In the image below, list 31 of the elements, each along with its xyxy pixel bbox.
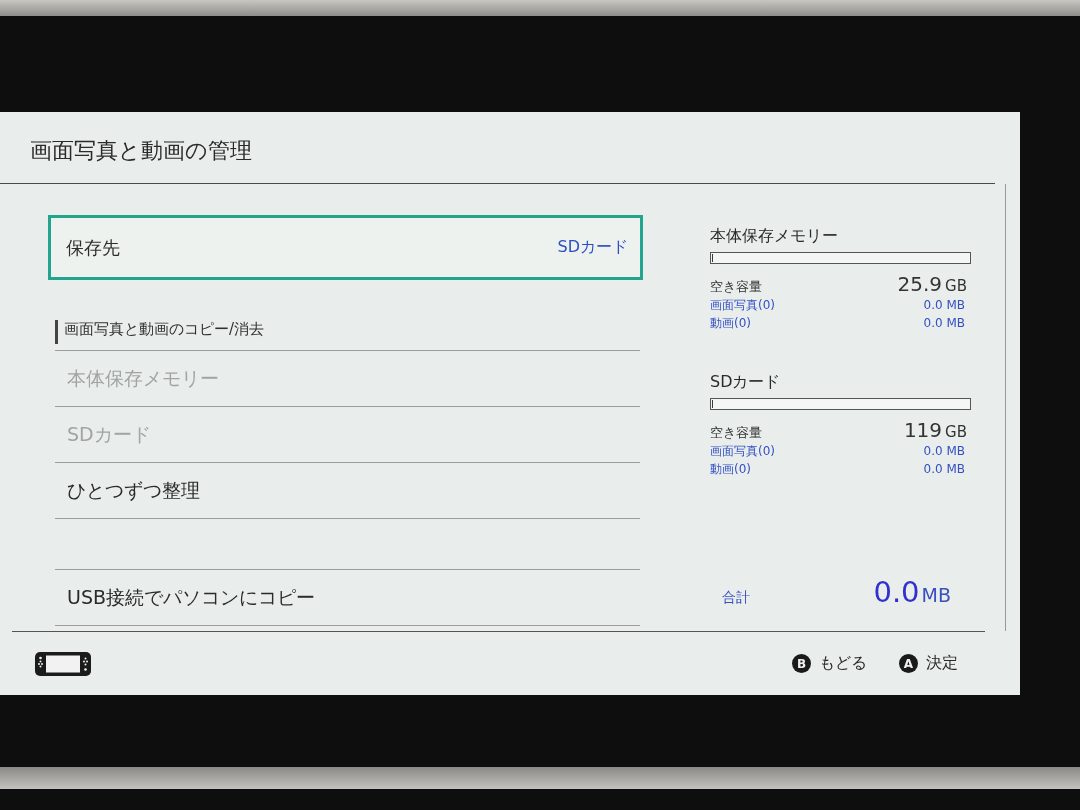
hint-button[interactable]: B もどる: [792, 653, 867, 674]
free-space-label: 空き容量: [710, 278, 762, 296]
usage-value: 0.0 MB: [923, 461, 965, 478]
usage-label: 画面写真(0): [710, 443, 775, 460]
total-label: 合計: [722, 589, 750, 607]
button-glyph: A: [899, 654, 918, 673]
storage-name: SDカード: [710, 372, 782, 392]
usage-value: 0.0 MB: [923, 443, 965, 460]
section-heading: 画面写真と動画のコピー/消去: [55, 320, 265, 344]
screen-title: 画面写真と動画の管理: [30, 136, 252, 165]
total-value: 0.0: [873, 575, 920, 609]
save-location-item[interactable]: 保存先 SDカード: [48, 215, 643, 280]
free-space-label: 空き容量: [710, 424, 762, 442]
storage-name: 本体保存メモリー: [710, 226, 839, 246]
menu-item[interactable]: ひとつずつ整理: [55, 463, 640, 519]
free-space-value: 25.9: [897, 272, 943, 296]
usage-value: 0.0 MB: [923, 297, 965, 314]
usage-label: 動画(0): [710, 315, 751, 332]
button-glyph: B: [792, 654, 811, 673]
usage-label: 動画(0): [710, 461, 751, 478]
usage-label: 画面写真(0): [710, 297, 775, 314]
usage-value: 0.0 MB: [923, 315, 965, 332]
save-location-value: SDカード: [557, 237, 628, 258]
save-location-label: 保存先: [66, 235, 120, 260]
total-unit: MB: [921, 584, 951, 606]
free-space-value: 119: [903, 418, 943, 442]
hint-button[interactable]: A 決定: [899, 653, 958, 674]
handheld-console-icon: [35, 651, 91, 676]
menu-item[interactable]: USB接続でパソコンにコピー: [55, 570, 640, 626]
free-space-unit: GB: [945, 277, 967, 295]
free-space-unit: GB: [945, 423, 967, 441]
